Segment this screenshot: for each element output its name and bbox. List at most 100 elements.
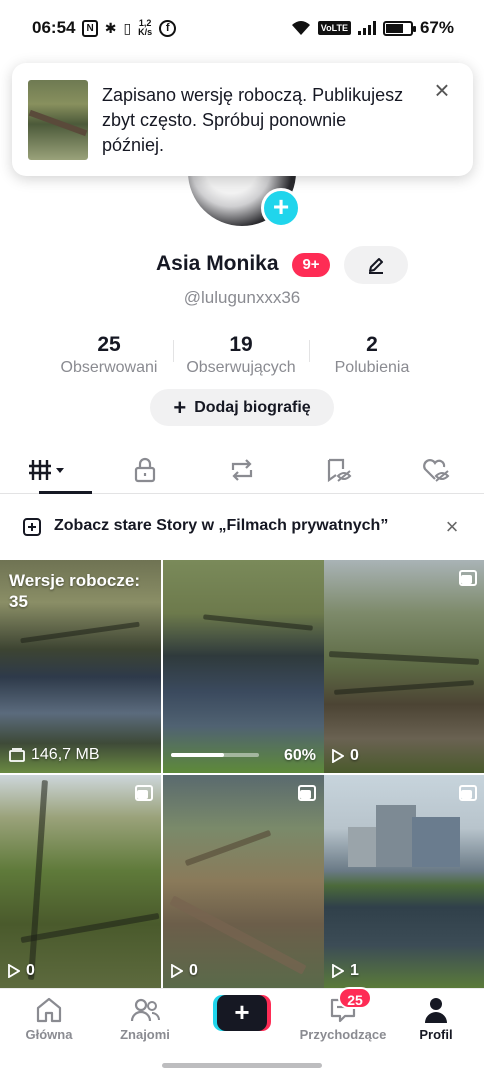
tile-decor [376,805,416,867]
nfc-icon: N [82,19,98,37]
nav-friends-label: Znajomi [120,1027,170,1042]
view-count: 0 [332,747,359,765]
net-speed: 1,2 K/s [138,18,153,37]
view-count: 0 [8,962,35,980]
story-add-icon [23,518,41,536]
bottom-nav: Główna Znajomi + Przychodzące 25 Profil [0,987,484,1052]
upload-progress-fill [171,753,224,757]
upload-progress-bar [171,753,259,757]
tab-liked[interactable] [387,446,484,494]
nav-home[interactable]: Główna [1,995,97,1042]
stat-label: Obserwowani [60,359,158,376]
wifi-icon [291,21,310,35]
view-count: 1 [332,962,359,980]
stat-divider [309,340,310,362]
tile-decor [203,614,313,631]
multi-photo-icon [135,785,153,801]
home-icon [1,995,97,1025]
nav-profile-label: Profil [419,1027,453,1042]
status-time: 06:54 [32,18,76,37]
create-button[interactable]: + [213,995,271,1031]
nav-profile[interactable]: Profil [388,995,484,1042]
edit-profile-button[interactable] [344,246,408,284]
video-tile[interactable]: 0 [163,775,324,988]
drafts-size-value: 146,7 MB [31,746,100,763]
signal-icon [357,21,376,35]
tile-decor [20,621,140,644]
username: @lulugunxxx36 [183,288,301,307]
play-icon [332,964,344,978]
drafts-size: 146,7 MB [9,746,99,764]
play-icon [332,749,344,763]
drafts-count: 35 [9,592,28,611]
view-count-value: 1 [350,962,359,979]
tile-decor [348,827,376,867]
tile-decor [333,680,475,695]
status-right: VoLTE 67% [291,18,454,38]
video-tile[interactable]: 0 [324,560,484,773]
status-bar: 06:54 N ✱ ▯ 1,2 K/s f VoLTE 67% [0,0,484,56]
add-bio-label: Dodaj biografię [194,398,311,416]
profile-tabs [0,446,484,494]
stat-likes[interactable]: 2 Polubienia [309,332,435,380]
toast-close-icon[interactable]: × [428,77,456,105]
display-name: Asia Monika [156,252,279,275]
notification-badge[interactable]: 9+ [292,253,330,277]
nav-friends[interactable]: Znajomi [97,995,193,1042]
tile-decor [184,829,272,867]
video-tile[interactable]: 1 [324,775,484,988]
bookmark-hidden-icon [327,458,352,483]
add-avatar-button[interactable]: + [261,188,301,228]
uploading-tile[interactable]: 60% [163,560,324,773]
stat-value: 2 [366,333,378,356]
multi-photo-icon [298,785,316,801]
stat-value: 25 [97,333,121,356]
storage-icon [9,748,25,762]
add-bio-button[interactable]: + Dodaj biografię [150,389,334,426]
bluetooth-icon: ✱ [104,19,117,36]
stat-label: Obserwujących [186,359,296,376]
vibrate-icon: ▯ [123,19,132,36]
tile-decor [20,912,160,944]
video-grid: Wersje robocze: 35 146,7 MB 60% 0 0 0 1 [0,560,484,988]
tile-decor [28,780,48,980]
stat-followers[interactable]: 19 Obserwujących [173,332,309,380]
plus-icon: + [173,394,187,420]
drafts-label-text: Wersje robocze: [9,571,141,590]
home-indicator[interactable] [162,1063,322,1068]
tab-reposts[interactable] [194,446,291,494]
tab-favorites[interactable] [290,446,387,494]
profile-name-row: Asia Monika 9+ [0,246,484,284]
stat-following[interactable]: 25 Obserwowani [45,332,173,380]
draft-saved-toast: Zapisano wersję roboczą. Publikujesz zby… [12,63,473,176]
tile-decor [328,651,480,665]
toast-message: Zapisano wersję roboczą. Publikujesz zby… [102,85,404,155]
drafts-tile[interactable]: Wersje robocze: 35 146,7 MB [0,560,161,773]
inbox-badge: 25 [338,987,372,1009]
facebook-icon: f [159,19,177,37]
old-stories-text: Zobacz stare Story w „Filmach prywatnych… [54,517,389,534]
upload-progress-label: 60% [283,747,316,764]
video-tile[interactable]: 0 [0,775,161,988]
tab-videos[interactable] [0,446,97,494]
play-icon [8,964,20,978]
banner-close-icon[interactable]: × [440,513,464,541]
view-count-value: 0 [26,962,35,979]
view-count-value: 0 [350,747,359,764]
view-count: 0 [171,962,198,980]
stat-value: 19 [229,333,253,356]
battery-percent: 67% [419,18,454,37]
profile-stats: 25 Obserwowani 19 Obserwujących 2 Polubi… [45,332,435,380]
status-left: 06:54 N ✱ ▯ 1,2 K/s f [32,18,177,38]
plus-icon: + [217,995,267,1031]
multi-photo-icon [459,570,477,586]
repost-icon [231,459,253,481]
profile-icon [388,995,484,1025]
tab-private[interactable] [97,446,194,494]
multi-photo-icon [459,785,477,801]
grid-bars-icon [29,460,65,480]
tile-decor [412,817,460,867]
old-stories-banner[interactable]: Zobacz stare Story w „Filmach prywatnych… [0,507,484,547]
battery-icon [382,20,416,36]
friends-icon [97,995,193,1025]
